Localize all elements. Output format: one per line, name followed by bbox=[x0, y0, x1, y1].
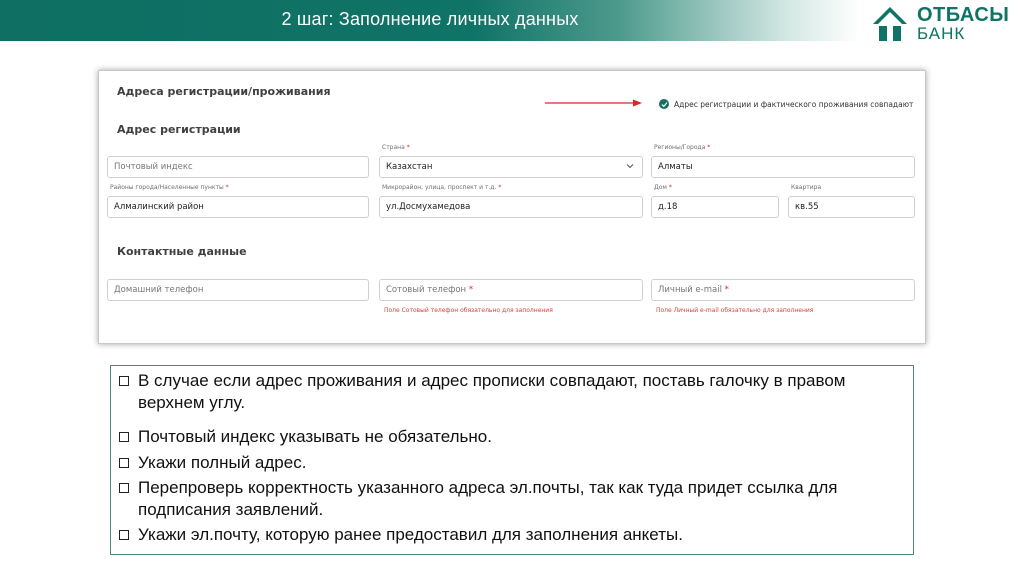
postal-index-placeholder: Почтовый индекс bbox=[114, 162, 193, 172]
house-value: д.18 bbox=[658, 202, 678, 212]
house-label: Дом * bbox=[654, 184, 672, 191]
same-address-checkbox-row[interactable]: Адрес регистрации и фактического прожива… bbox=[659, 97, 913, 111]
region-value: Алматы bbox=[658, 162, 693, 172]
checkbox-bullet-icon bbox=[119, 530, 129, 540]
address-section-title: Адреса регистрации/проживания bbox=[117, 85, 331, 98]
country-select[interactable]: Казахстан bbox=[379, 156, 643, 178]
chevron-down-icon bbox=[626, 164, 634, 169]
district-value: Алмалинский район bbox=[114, 202, 204, 212]
street-value: ул.Досмухамедова bbox=[386, 202, 471, 212]
home-phone-placeholder: Домашний телефон bbox=[114, 285, 204, 295]
checkbox-bullet-icon bbox=[119, 432, 129, 442]
country-value: Казахстан bbox=[386, 162, 433, 172]
registration-section-title: Адрес регистрации bbox=[117, 123, 241, 136]
email-placeholder: Личный e-mail * bbox=[658, 285, 729, 295]
instruction-item: Перепроверь корректность указанного адре… bbox=[119, 477, 898, 521]
checkbox-bullet-icon bbox=[119, 376, 129, 386]
district-label: Районы города/Населенные пункты * bbox=[110, 184, 229, 191]
checkbox-checked-icon[interactable] bbox=[659, 99, 669, 109]
apartment-input[interactable]: кв.55 bbox=[788, 196, 915, 218]
apartment-label: Квартира bbox=[791, 184, 822, 191]
instruction-item: В случае если адрес проживания и адрес п… bbox=[119, 370, 898, 414]
region-label: Регионы/Города * bbox=[654, 144, 711, 151]
instructions-box: В случае если адрес проживания и адрес п… bbox=[110, 365, 914, 555]
mobile-phone-error: Поле Сотовый телефон обязательно для зап… bbox=[384, 307, 553, 314]
country-label: Страна * bbox=[382, 144, 410, 151]
bank-logo: ОТБАСЫ БАНК bbox=[871, 4, 1021, 43]
mobile-phone-input[interactable]: Сотовый телефон * bbox=[379, 279, 643, 301]
instruction-item: Почтовый индекс указывать не обязательно… bbox=[119, 426, 898, 448]
instruction-item: Укажи полный адрес. bbox=[119, 452, 898, 474]
instruction-item: Укажи эл.почту, которую ранее предостави… bbox=[119, 524, 898, 546]
street-input[interactable]: ул.Досмухамедова bbox=[379, 196, 643, 218]
home-phone-input[interactable]: Домашний телефон bbox=[107, 279, 369, 301]
email-input[interactable]: Личный e-mail * bbox=[651, 279, 915, 301]
contacts-section-title: Контактные данные bbox=[117, 245, 247, 258]
house-input[interactable]: д.18 bbox=[651, 196, 779, 218]
arrow-icon bbox=[545, 99, 642, 107]
mobile-phone-placeholder: Сотовый телефон * bbox=[386, 285, 474, 295]
checkbox-bullet-icon bbox=[119, 458, 129, 468]
checkbox-bullet-icon bbox=[119, 483, 129, 493]
region-input[interactable]: Алматы bbox=[651, 156, 915, 178]
postal-index-input[interactable]: Почтовый индекс bbox=[107, 156, 369, 178]
logo-word-bank: БАНК bbox=[917, 24, 966, 43]
email-error: Поле Личный e-mail обязательно для запол… bbox=[656, 307, 814, 314]
same-address-checkbox-label: Адрес регистрации и фактического прожива… bbox=[674, 99, 914, 109]
bank-logo-mark-icon bbox=[873, 7, 907, 41]
apartment-value: кв.55 bbox=[795, 202, 819, 212]
district-input[interactable]: Алмалинский район bbox=[107, 196, 369, 218]
street-label: Микрорайон, улица, проспект и т.д. * bbox=[382, 184, 502, 191]
form-screenshot: Адреса регистрации/проживания Адрес реги… bbox=[98, 70, 926, 344]
page-title: 2 шаг: Заполнение личных данных bbox=[281, 9, 579, 29]
